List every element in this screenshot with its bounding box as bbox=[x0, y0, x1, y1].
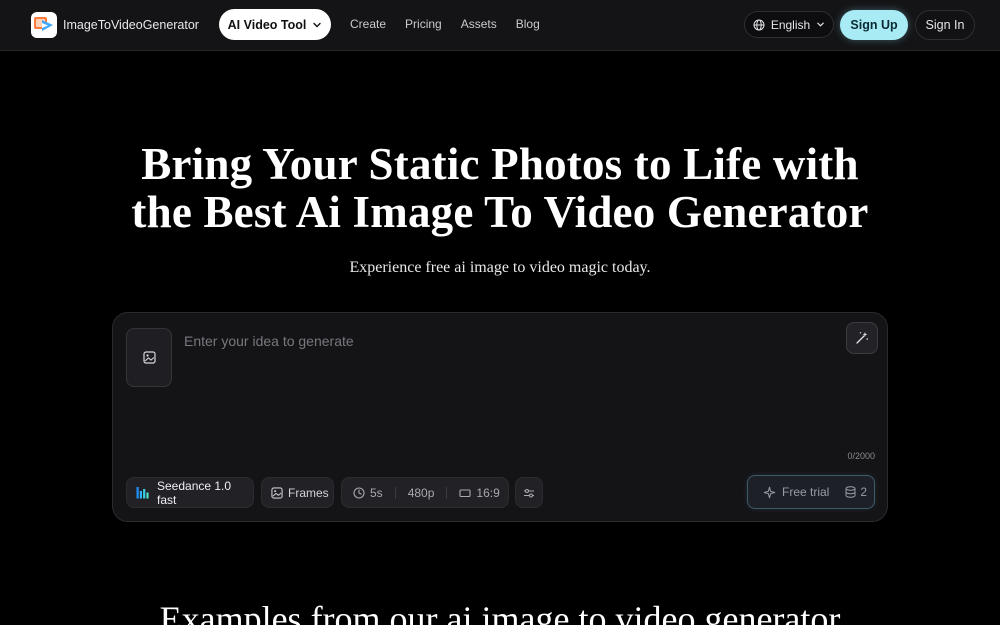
nav-assets[interactable]: Assets bbox=[461, 17, 497, 31]
hero-title-line-1: Bring Your Static Photos to Life with bbox=[141, 139, 859, 189]
image-upload-button[interactable] bbox=[126, 328, 172, 387]
sign-in-button[interactable]: Sign In bbox=[915, 10, 975, 40]
ai-video-tool-dropdown[interactable]: AI Video Tool bbox=[219, 9, 331, 40]
magic-enhance-button[interactable] bbox=[846, 322, 878, 354]
character-counter: 0/2000 bbox=[847, 451, 875, 461]
nav-pricing[interactable]: Pricing bbox=[405, 17, 442, 31]
advanced-settings-button[interactable] bbox=[515, 477, 543, 508]
generator-card: Enter your idea to generate 0/2000 Seeda… bbox=[112, 312, 888, 522]
globe-icon bbox=[753, 19, 765, 31]
credits-cost: 2 bbox=[845, 485, 867, 499]
aspect-ratio-option[interactable]: 16:9 bbox=[459, 485, 500, 500]
logo-icon bbox=[31, 12, 57, 38]
main-nav: Create Pricing Assets Blog bbox=[350, 17, 540, 31]
free-trial-generate-button[interactable]: Free trial 2 bbox=[747, 475, 875, 509]
chevron-down-icon bbox=[816, 20, 825, 29]
hero-title: Bring Your Static Photos to Life with th… bbox=[60, 140, 940, 236]
sign-up-button[interactable]: Sign Up bbox=[840, 10, 908, 40]
database-icon bbox=[845, 486, 856, 498]
aspect-ratio-icon bbox=[459, 488, 471, 498]
resolution-option[interactable]: 480p bbox=[408, 486, 435, 500]
image-icon bbox=[271, 486, 283, 499]
top-header: ImageToVideoGenerator AI Video Tool Crea… bbox=[0, 0, 1000, 51]
frames-button[interactable]: Frames bbox=[261, 477, 334, 508]
examples-heading: Examples from our ai image to video gene… bbox=[159, 599, 841, 625]
sparkle-icon bbox=[763, 486, 776, 499]
chevron-down-icon bbox=[312, 20, 322, 30]
brand-logo[interactable]: ImageToVideoGenerator bbox=[31, 12, 199, 38]
sliders-icon bbox=[523, 487, 535, 499]
language-selector[interactable]: English bbox=[744, 11, 834, 38]
prompt-input[interactable]: Enter your idea to generate bbox=[184, 333, 354, 349]
hero-title-line-2: the Best Ai Image To Video Generator bbox=[131, 187, 869, 237]
nav-blog[interactable]: Blog bbox=[516, 17, 540, 31]
video-options[interactable]: 5s 480p 16:9 bbox=[341, 477, 509, 508]
resolution-label: 480p bbox=[407, 485, 435, 500]
model-selector[interactable]: Seedance 1.0 fast bbox=[126, 477, 254, 508]
model-label: Seedance 1.0 fast bbox=[157, 478, 232, 507]
duration-label: 5s bbox=[370, 485, 383, 500]
language-label: English bbox=[770, 17, 811, 32]
divider bbox=[446, 486, 448, 499]
credits-value: 2 bbox=[860, 485, 868, 499]
brand-name: ImageToVideoGenerator bbox=[63, 18, 199, 32]
frames-label: Frames bbox=[288, 485, 329, 500]
ai-video-tool-label: AI Video Tool bbox=[227, 17, 307, 32]
free-trial-label: Free trial bbox=[782, 485, 830, 499]
duration-option[interactable]: 5s bbox=[353, 486, 383, 500]
clock-icon bbox=[353, 486, 365, 499]
magic-wand-icon bbox=[855, 331, 869, 345]
hero-subtitle: Experience free ai image to video magic … bbox=[349, 259, 651, 276]
aspect-ratio-label: 16:9 bbox=[476, 485, 500, 500]
image-icon bbox=[142, 351, 156, 364]
divider bbox=[394, 486, 396, 499]
bars-icon bbox=[136, 486, 150, 499]
nav-create[interactable]: Create bbox=[350, 17, 386, 31]
